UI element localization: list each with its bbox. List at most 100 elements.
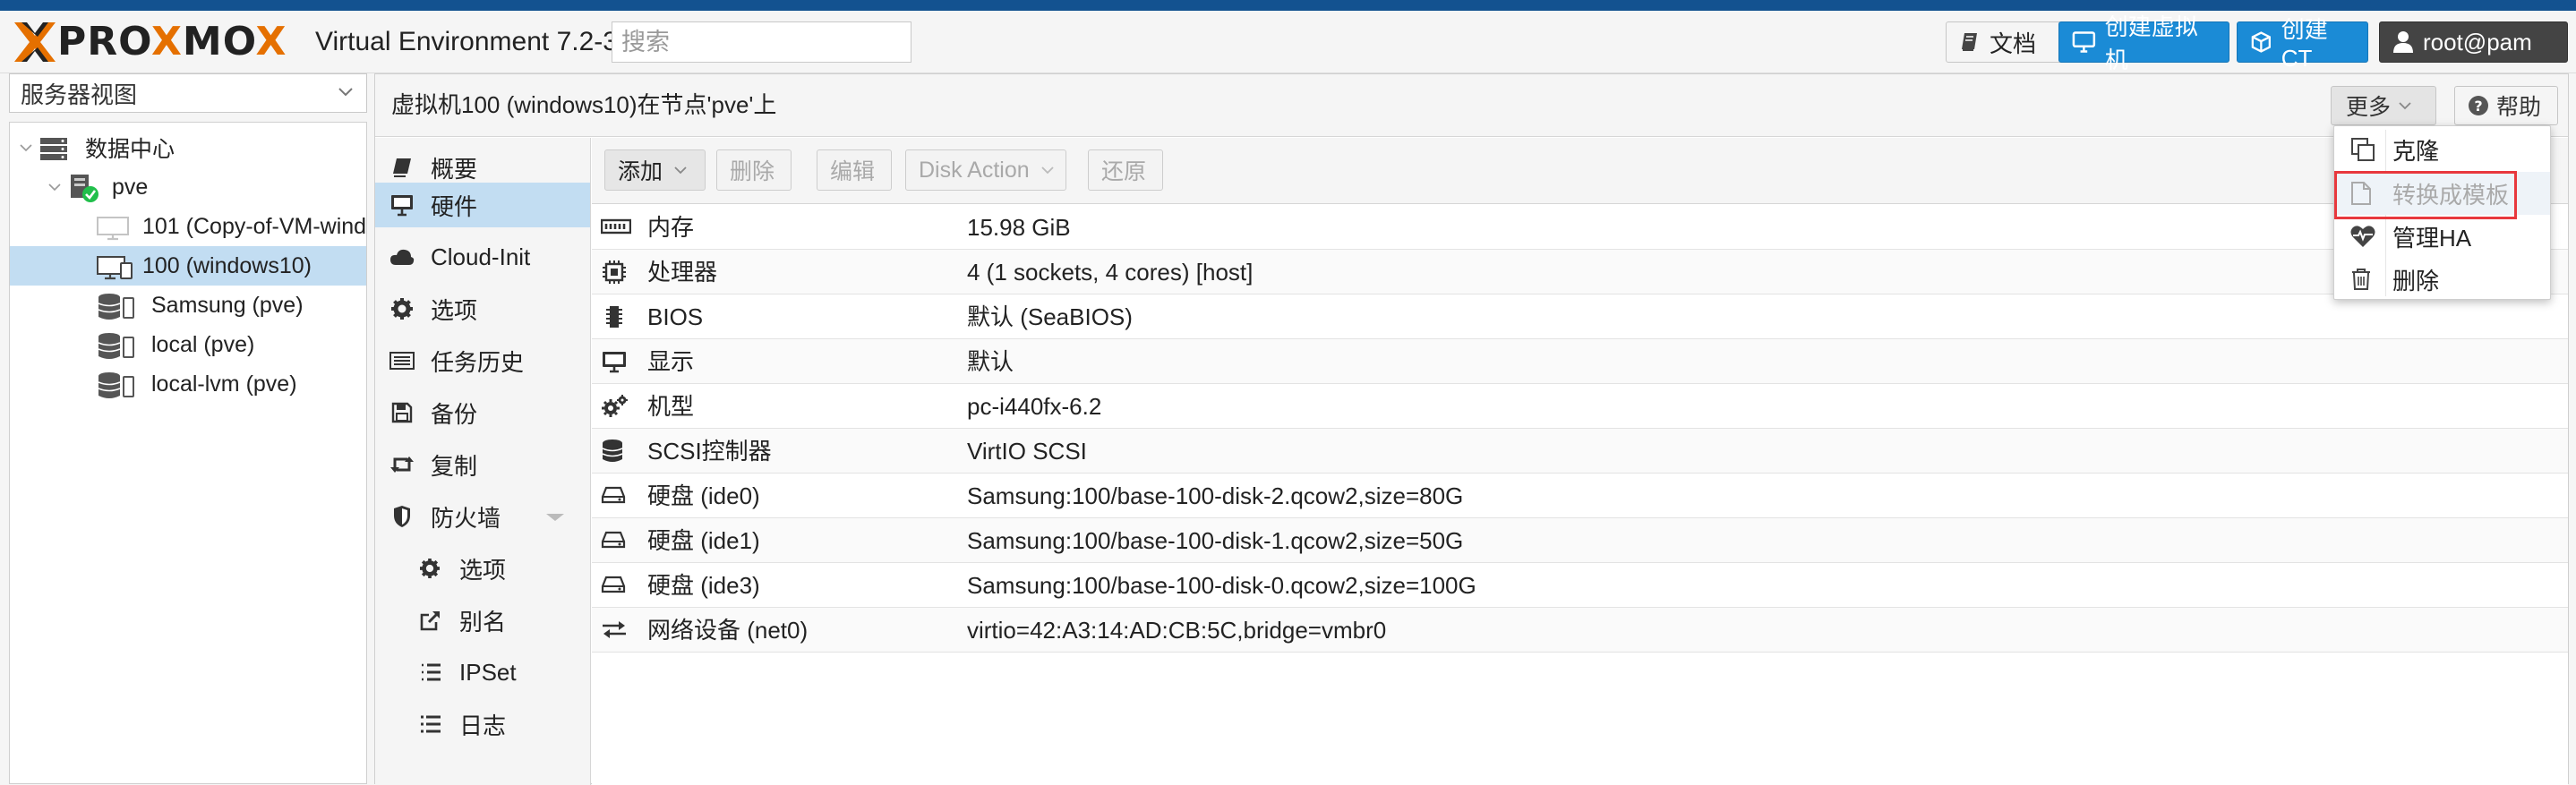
more-button[interactable]: 更多 [2331,86,2436,125]
hardware-key: BIOS [647,303,704,330]
question-circle-icon: ? [2469,96,2488,115]
search-input[interactable] [612,21,911,63]
disk-action-label: Disk Action [919,157,1030,183]
table-row[interactable]: 处理器 4 (1 sockets, 4 cores) [host] [592,250,2568,294]
header-bar: PROXMOX Virtual Environment 7.2-3 文档 创建虚… [0,11,2576,73]
create-ct-button[interactable]: 创建CT [2237,16,2368,72]
server-view-label: 服务器视图 [21,81,138,108]
list-ol-icon [422,663,441,681]
panel-title-bar: 虚拟机100 (windows10)在节点'pve'上 更多 ? 帮助 [375,74,2568,137]
menu-item-delete[interactable]: 删除 [2334,258,2550,301]
logo-pro: PRO [57,19,151,64]
logo-x-letter-2: X [255,19,287,64]
collapse-chevron-icon[interactable] [47,183,62,192]
page-title: 虚拟机100 (windows10)在节点'pve'上 [391,91,777,118]
menu-item-convert-to-template[interactable]: 转换成模板 [2334,172,2550,215]
proxmox-wordmark: PROXMOX [57,21,287,64]
disk-action-button[interactable]: Disk Action [905,149,1066,191]
nav-item-firewall[interactable]: 防火墙 [375,494,590,539]
table-row[interactable]: 硬盘 (ide1) Samsung:100/base-100-disk-1.qc… [592,518,2568,563]
vm-icon [97,256,133,280]
tree-item-storage-local-lvm[interactable]: local-lvm (pve) [10,364,366,404]
nav-item-backup[interactable]: 备份 [375,390,590,435]
nav-item-label: IPSet [459,658,517,686]
table-row[interactable]: BIOS 默认 (SeaBIOS) [592,294,2568,339]
menu-item-label: 转换成模板 [2392,181,2510,209]
server-view-select[interactable]: 服务器视图 [9,73,367,113]
hdd-icon [601,486,626,504]
table-row[interactable]: 显示 默认 [592,339,2568,384]
hdd-icon [601,531,626,549]
tree-item-datacenter[interactable]: 数据中心 [10,128,366,167]
tree-item-storage-samsung[interactable]: Samsung (pve) [10,286,366,325]
table-row[interactable]: SCSI控制器 VirtIO SCSI [592,429,2568,474]
nav-item-replication[interactable]: 复制 [375,442,590,487]
tree-item-vm-101[interactable]: 101 (Copy-of-VM-wind [10,207,366,246]
nav-item-task-history[interactable]: 任务历史 [375,338,590,383]
nav-item-label: 选项 [431,296,478,324]
user-menu-button[interactable]: root@pam [2379,21,2568,63]
node-icon [71,175,98,202]
user-label: root@pam [2423,28,2532,55]
add-button[interactable]: 添加 [604,149,706,191]
menu-item-label: 管理HA [2392,224,2472,252]
expand-caret-icon[interactable] [545,513,565,522]
nav-item-options[interactable]: 选项 [375,286,590,331]
list-icon [421,715,441,733]
memory-icon [601,218,631,235]
hardware-value: 默认 (SeaBIOS) [967,303,1133,330]
tree-item-label: local-lvm (pve) [151,371,297,397]
list-icon [389,352,415,370]
tree-item-vm-100[interactable]: 100 (windows10) [10,246,366,286]
docs-button[interactable]: 文档 [1946,21,2066,63]
nav-item-label: 别名 [459,608,507,636]
hardware-key: 网络设备 (net0) [647,617,809,644]
create-vm-button[interactable]: 创建虚拟机 [2058,13,2229,73]
hardware-value: Samsung:100/base-100-disk-2.qcow2,size=8… [967,482,1464,509]
menu-item-manage-ha[interactable]: 管理HA [2334,215,2550,258]
floppy-icon [391,402,413,423]
nav-item-cloud-init[interactable]: Cloud-Init [375,235,590,279]
nav-item-firewall-alias[interactable]: 别名 [375,598,590,643]
nav-item-firewall-ipset[interactable]: IPSet [375,650,590,695]
proxmox-x-icon [14,22,56,62]
table-row[interactable]: 硬盘 (ide0) Samsung:100/base-100-disk-2.qc… [592,474,2568,518]
svg-text:?: ? [2474,98,2482,115]
storage-icon [98,333,134,359]
nav-item-firewall-log[interactable]: 日志 [375,702,590,747]
collapse-chevron-icon[interactable] [19,143,33,152]
table-row[interactable]: 硬盘 (ide3) Samsung:100/base-100-disk-0.qc… [592,563,2568,608]
table-row[interactable]: 内存 15.98 GiB [592,205,2568,250]
hardware-value: virtio=42:A3:14:AD:CB:5C,bridge=vmbr0 [967,617,1387,644]
table-row[interactable]: 网络设备 (net0) virtio=42:A3:14:AD:CB:5C,bri… [592,608,2568,653]
hardware-value: Samsung:100/base-100-disk-0.qcow2,size=1… [967,572,1476,599]
help-button[interactable]: ? 帮助 [2454,86,2558,125]
logo-mo: MO [182,19,256,64]
vm-nav-menu: 概要 硬件 Cloud-Init 选项 任务历史 备份 复制 防火墙 选项 别名… [375,138,591,785]
more-label: 更多 [2346,95,2392,120]
tree-item-storage-local[interactable]: local (pve) [10,325,366,364]
main-panel: 虚拟机100 (windows10)在节点'pve'上 更多 ? 帮助 概要 硬… [374,73,2569,785]
hardware-key: SCSI控制器 [647,438,772,465]
tree-item-node-pve[interactable]: pve [10,167,366,207]
logo-x-letter: X [150,19,183,64]
hdd-icon [601,576,626,593]
tree-item-label: 100 (windows10) [142,252,312,278]
tree-item-label: local (pve) [151,331,255,357]
nav-item-hardware[interactable]: 硬件 [375,183,590,227]
revert-button[interactable]: 还原 [1088,149,1163,191]
nav-item-firewall-options[interactable]: 选项 [375,546,590,591]
edit-button[interactable]: 编辑 [817,149,892,191]
cpu-icon [603,260,626,284]
remove-button[interactable]: 删除 [716,149,792,191]
user-icon [2393,31,2413,53]
proxmox-logo: PROXMOX [13,21,287,64]
resource-tree: 数据中心 pve 101 (Copy-of-VM-wind 100 (windo… [9,122,367,784]
hardware-key: 硬盘 (ide1) [647,527,760,554]
menu-item-clone[interactable]: 克隆 [2334,128,2550,171]
table-row[interactable]: 机型 pc-i440fx-6.2 [592,384,2568,429]
desktop-icon [391,195,413,217]
nav-item-label: 备份 [431,400,478,428]
vm-template-icon [97,217,129,241]
hardware-value: 15.98 GiB [967,214,1071,241]
